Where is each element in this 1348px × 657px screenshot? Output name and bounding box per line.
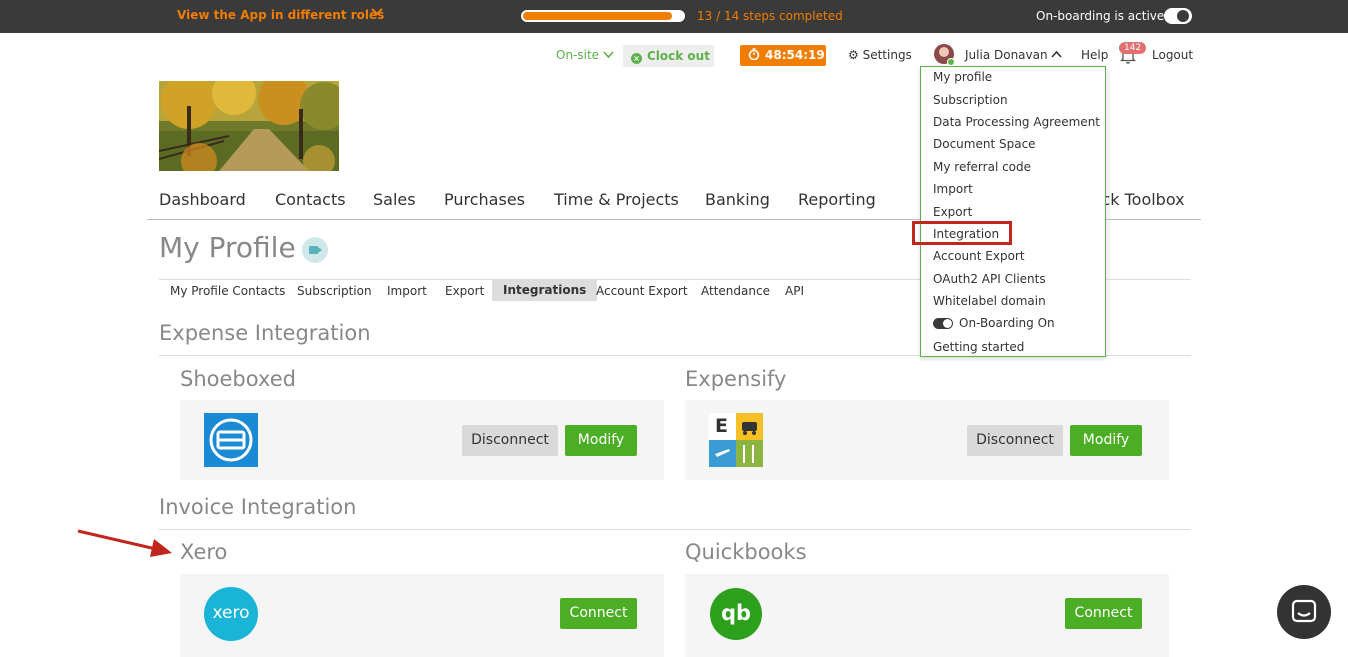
nav-quick-toolbox[interactable]: ick Toolbox — [1097, 190, 1185, 209]
stopwatch-icon — [748, 48, 760, 61]
settings-label: Settings — [862, 48, 912, 62]
expensify-logo-letter: E — [715, 415, 728, 437]
page-title: My Profile — [159, 231, 296, 264]
menu-item-data-processing-agreement[interactable]: Data Processing Agreement — [933, 115, 1100, 129]
quickbooks-title: Quickbooks — [685, 540, 807, 564]
user-dropdown-menu: My profile Subscription Data Processing … — [920, 66, 1106, 357]
timer-value: 48:54:19 — [765, 48, 825, 62]
chat-icon — [1291, 599, 1317, 623]
menu-item-whitelabel-domain[interactable]: Whitelabel domain — [933, 294, 1046, 308]
nav-dashboard[interactable]: Dashboard — [159, 190, 246, 209]
onboarding-active-label: On-boarding is active — [1036, 9, 1165, 23]
user-name: Julia Donavan — [965, 48, 1048, 62]
expense-integration-heading: Expense Integration — [159, 321, 371, 345]
chevron-down-icon[interactable] — [370, 5, 384, 23]
menu-item-import[interactable]: Import — [933, 182, 973, 196]
menu-item-referral-code[interactable]: My referral code — [933, 160, 1031, 174]
expensify-logo: E — [709, 413, 763, 467]
menu-item-oauth2-api-clients[interactable]: OAuth2 API Clients — [933, 272, 1046, 286]
xero-title: Xero — [180, 540, 228, 564]
tab-account-export[interactable]: Account Export — [596, 284, 688, 298]
xero-logo: xero — [204, 587, 258, 641]
annotation-arrow-icon — [77, 529, 172, 557]
notification-badge: 142 — [1119, 42, 1147, 54]
clock-out-button[interactable]: × Clock out — [623, 45, 714, 67]
integration-highlight-box — [912, 221, 1012, 245]
tab-export[interactable]: Export — [445, 284, 484, 298]
view-roles-link[interactable]: View the App in different roles — [177, 8, 384, 22]
shoeboxed-logo — [204, 413, 258, 467]
tab-import[interactable]: Import — [387, 284, 427, 298]
nav-sales[interactable]: Sales — [373, 190, 416, 209]
menu-item-subscription[interactable]: Subscription — [933, 93, 1008, 107]
user-menu-toggle[interactable]: Julia Donavan — [965, 48, 1063, 62]
menu-item-account-export[interactable]: Account Export — [933, 249, 1025, 263]
menu-item-onboarding-on[interactable]: On-Boarding On — [959, 316, 1055, 330]
clock-out-label: Clock out — [647, 49, 710, 63]
tab-integrations[interactable]: Integrations — [492, 280, 598, 301]
shoeboxed-title: Shoeboxed — [180, 367, 296, 391]
divider — [159, 529, 1191, 530]
onsite-label: On-site — [556, 48, 600, 62]
tab-subscription[interactable]: Subscription — [297, 284, 372, 298]
online-status-dot — [947, 58, 955, 66]
expensify-card: E Disconnect Modify — [685, 400, 1169, 480]
invoice-integration-heading: Invoice Integration — [159, 495, 357, 519]
quickbooks-logo: qb — [710, 588, 762, 640]
close-circle-icon: × — [631, 53, 642, 64]
toggle-knob — [1177, 10, 1189, 22]
onsite-selector[interactable]: On-site — [556, 48, 614, 62]
nav-time-projects[interactable]: Time & Projects — [554, 190, 679, 209]
chevron-down-icon — [603, 51, 614, 59]
steps-completed-text: 13 / 14 steps completed — [697, 9, 843, 23]
chevron-up-icon — [1051, 50, 1063, 58]
onboarding-menu-toggle[interactable] — [933, 318, 953, 329]
expensify-disconnect-button[interactable]: Disconnect — [967, 425, 1063, 456]
logout-link[interactable]: Logout — [1152, 48, 1193, 62]
tab-my-profile-contacts[interactable]: My Profile Contacts — [170, 284, 285, 298]
nav-contacts[interactable]: Contacts — [275, 190, 346, 209]
help-link[interactable]: Help — [1081, 48, 1108, 62]
expensify-modify-button[interactable]: Modify — [1070, 425, 1142, 456]
nav-purchases[interactable]: Purchases — [444, 190, 525, 209]
onboarding-bar: View the App in different roles 13 / 14 … — [0, 0, 1348, 33]
tab-api[interactable]: API — [785, 284, 804, 298]
nav-reporting[interactable]: Reporting — [798, 190, 876, 209]
expensify-title: Expensify — [685, 367, 787, 391]
shoeboxed-card: Disconnect Modify — [180, 400, 664, 480]
nav-banking[interactable]: Banking — [705, 190, 770, 209]
menu-item-getting-started[interactable]: Getting started — [933, 340, 1024, 354]
gear-icon: ⚙ — [848, 48, 859, 62]
xero-card: xero Connect — [180, 574, 664, 657]
xero-connect-button[interactable]: Connect — [560, 598, 637, 629]
quickbooks-connect-button[interactable]: Connect — [1065, 598, 1142, 629]
settings-link[interactable]: ⚙ Settings — [848, 48, 912, 62]
onboarding-progress-bar — [521, 10, 685, 22]
shoeboxed-disconnect-button[interactable]: Disconnect — [462, 425, 558, 456]
video-camera-icon[interactable] — [302, 237, 328, 263]
chat-widget-button[interactable] — [1277, 585, 1331, 639]
menu-item-my-profile[interactable]: My profile — [933, 70, 992, 84]
menu-item-export[interactable]: Export — [933, 205, 972, 219]
tab-attendance[interactable]: Attendance — [701, 284, 770, 298]
timer-badge[interactable]: 48:54:19 — [740, 45, 826, 66]
onboarding-toggle[interactable] — [1164, 8, 1192, 24]
progress-fill — [523, 12, 672, 20]
shoeboxed-modify-button[interactable]: Modify — [565, 425, 637, 456]
company-banner-image — [159, 81, 339, 171]
menu-item-document-space[interactable]: Document Space — [933, 137, 1036, 151]
quickbooks-card: qb Connect — [685, 574, 1169, 657]
